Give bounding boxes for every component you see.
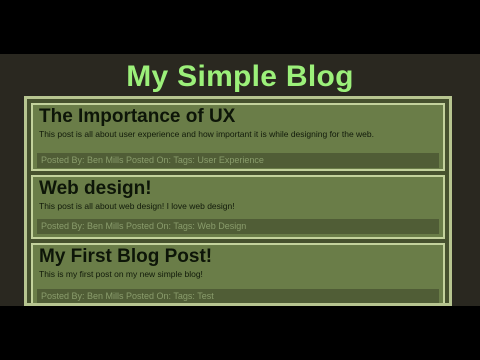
post-body: This post is all about web design! I lov… bbox=[39, 201, 235, 211]
post-title[interactable]: My First Blog Post! bbox=[39, 246, 212, 268]
blog-post-web-design: Web design! This post is all about web d… bbox=[31, 175, 445, 239]
blog-header: My Simple Blog bbox=[0, 54, 480, 96]
post-title[interactable]: Web design! bbox=[39, 178, 152, 200]
post-body: This post is all about user experience a… bbox=[39, 129, 374, 139]
post-meta-bar: Posted By: Ben Mills Posted On: Tags: We… bbox=[37, 219, 439, 234]
post-meta-bar: Posted By: Ben Mills Posted On: Tags: Us… bbox=[37, 153, 439, 168]
post-title[interactable]: The Importance of UX bbox=[39, 106, 235, 128]
post-meta-bar: Posted By: Ben Mills Posted On: Tags: Te… bbox=[37, 289, 439, 303]
browser-viewport: My Simple Blog The Importance of UX This… bbox=[0, 54, 480, 306]
blog-post-first: My First Blog Post! This is my first pos… bbox=[31, 243, 445, 303]
blog-title[interactable]: My Simple Blog bbox=[126, 60, 354, 94]
posts-container: The Importance of UX This post is all ab… bbox=[24, 96, 452, 306]
post-body: This is my first post on my new simple b… bbox=[39, 269, 203, 279]
blog-post-ux: The Importance of UX This post is all ab… bbox=[31, 103, 445, 171]
